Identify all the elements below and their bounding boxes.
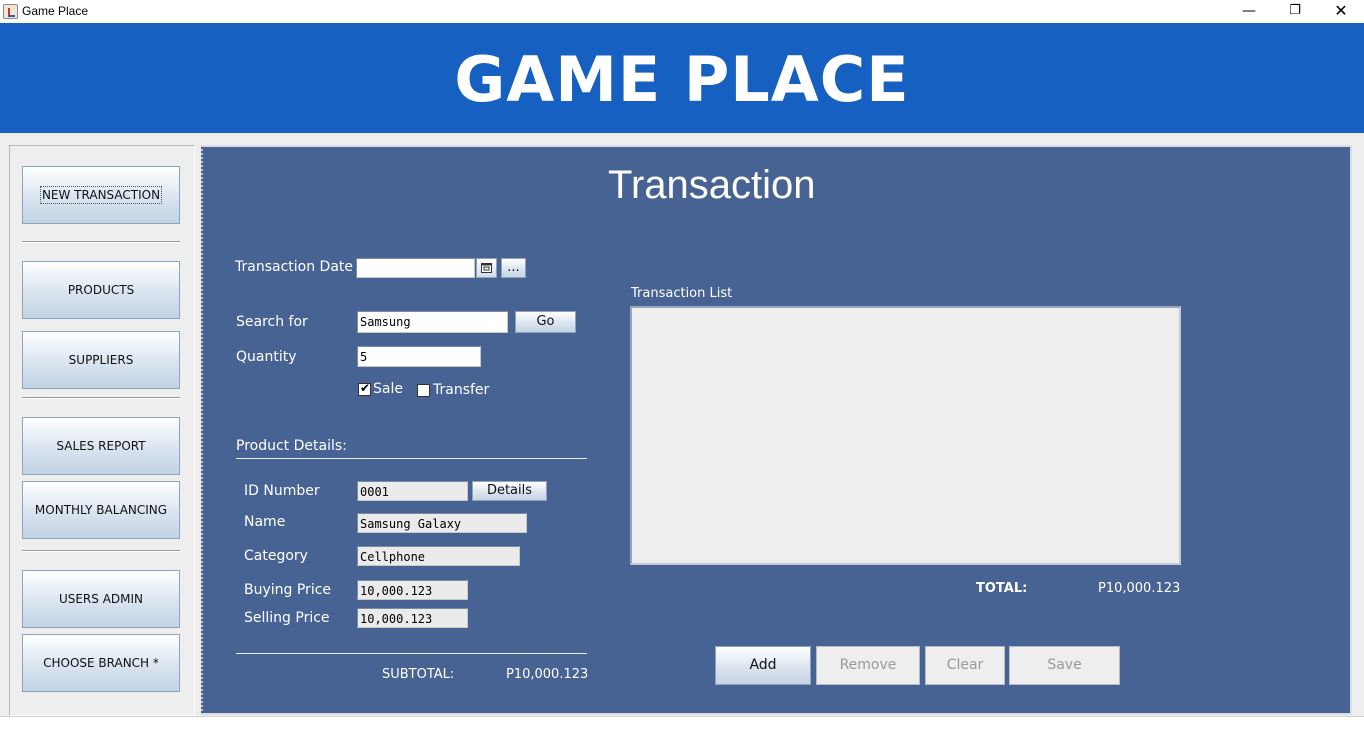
date-picker-button[interactable]: ...	[501, 258, 526, 278]
subtotal-label: SUBTOTAL:	[382, 667, 455, 682]
sidebar-item-users-admin[interactable]: USERS ADMIN	[22, 570, 180, 628]
maximize-button[interactable]: ❐	[1272, 0, 1318, 23]
banner-title: GAME PLACE	[454, 43, 910, 116]
total-value: P10,000.123	[1098, 581, 1181, 596]
sale-label: Sale	[373, 381, 403, 397]
transaction-date-field[interactable]	[356, 258, 475, 278]
details-button[interactable]: Details	[472, 481, 547, 501]
total-label: TOTAL:	[976, 581, 1028, 596]
sidebar-item-products[interactable]: PRODUCTS	[22, 261, 180, 319]
transfer-checkbox[interactable]	[417, 384, 430, 397]
product-details-heading: Product Details:	[236, 438, 347, 454]
add-button[interactable]: Add	[715, 646, 811, 685]
clear-button[interactable]: Clear	[925, 646, 1005, 685]
selling-price-label: Selling Price	[244, 610, 330, 626]
page-title: Transaction	[608, 163, 816, 207]
sidebar-item-new-transaction[interactable]: NEW TRANSACTION	[22, 166, 180, 224]
sidebar-item-sales-report[interactable]: SALES REPORT	[22, 417, 180, 475]
go-button[interactable]: Go	[515, 311, 576, 333]
sidebar-item-label: NEW TRANSACTION	[39, 186, 163, 204]
java-app-icon	[3, 4, 18, 19]
window-bottom-edge	[0, 716, 1364, 729]
header-banner: GAME PLACE	[0, 23, 1364, 133]
sidebar-divider	[22, 550, 180, 552]
quantity-field[interactable]: 5	[357, 346, 481, 367]
close-button[interactable]: ✕	[1318, 0, 1364, 23]
category-field: Cellphone	[357, 546, 520, 566]
category-label: Category	[244, 548, 308, 564]
save-button[interactable]: Save	[1009, 646, 1120, 685]
calendar-icon[interactable]	[476, 258, 497, 278]
checkmark-icon: ✔	[360, 381, 371, 395]
selling-price-field: 10,000.123	[357, 608, 468, 628]
subtotal-value: P10,000.123	[506, 667, 589, 682]
buying-price-field: 10,000.123	[357, 580, 468, 600]
sidebar-item-suppliers[interactable]: SUPPLIERS	[22, 331, 180, 389]
sale-checkbox[interactable]: ✔	[358, 381, 371, 396]
id-number-label: ID Number	[244, 483, 320, 499]
sidebar-item-choose-branch[interactable]: CHOOSE BRANCH *	[22, 634, 180, 692]
quantity-label: Quantity	[236, 349, 297, 365]
search-input[interactable]: Samsung	[357, 311, 508, 333]
buying-price-label: Buying Price	[244, 582, 332, 598]
transaction-list-label: Transaction List	[631, 286, 733, 301]
id-number-field: 0001	[357, 481, 468, 501]
transaction-date-label: Transaction Date	[235, 259, 354, 275]
window-title: Game Place	[22, 4, 89, 18]
name-field: Samsung Galaxy	[357, 513, 527, 533]
product-details-divider	[236, 458, 587, 460]
search-label: Search for	[236, 314, 308, 330]
sidebar-item-monthly-balancing[interactable]: MONTHLY BALANCING	[22, 481, 180, 539]
sidebar-divider	[22, 397, 180, 399]
subtotal-divider	[236, 653, 587, 655]
remove-button[interactable]: Remove	[816, 646, 920, 685]
transaction-list[interactable]	[630, 306, 1181, 565]
minimize-button[interactable]: —	[1226, 0, 1272, 23]
transfer-label: Transfer	[433, 382, 490, 398]
window-title-bar: Game Place — ❐ ✕	[0, 0, 1364, 23]
sidebar-divider	[22, 241, 180, 243]
name-label: Name	[244, 514, 286, 530]
